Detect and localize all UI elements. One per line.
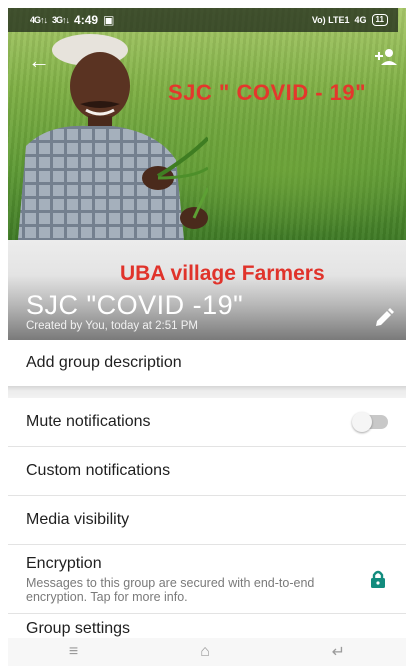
custom-notifications-row[interactable]: Custom notifications (8, 447, 406, 496)
back-icon[interactable]: ↵ (332, 642, 345, 662)
media-visibility-label: Media visibility (26, 511, 130, 528)
created-info: Created by You, today at 2:51 PM (26, 320, 198, 332)
photo-subtitle: UBA village Farmers (120, 262, 325, 285)
custom-notifications-label: Custom notifications (26, 462, 171, 479)
volte-indicator: Vo) LTE1 (311, 15, 350, 25)
encryption-description: Messages to this group are secured with … (26, 575, 315, 604)
mute-toggle[interactable] (352, 412, 388, 432)
media-visibility-row[interactable]: Media visibility (8, 496, 406, 545)
photo-caption: SJC " COVID - 19" (168, 80, 367, 105)
mute-notifications-label: Mute notifications (26, 413, 151, 430)
group-name: SJC "COVID -19" (26, 290, 244, 320)
clock: 4:49 (74, 13, 99, 27)
network-indicator: 4G (354, 15, 367, 25)
edit-pencil-icon[interactable] (374, 308, 394, 333)
lock-icon (371, 570, 385, 588)
status-bar: 4G↑↓ 3G↑↓ 4:49 ▣ Vo) LTE1 4G 11 (8, 8, 398, 32)
menu-icon[interactable]: ≡ (69, 643, 78, 661)
image-notification-icon: ▣ (103, 13, 115, 27)
add-description-row[interactable]: Add group description (8, 340, 406, 386)
group-header: 4G↑↓ 3G↑↓ 4:49 ▣ Vo) LTE1 4G 11 ← SJC " … (8, 8, 406, 340)
encryption-title: Encryption (26, 554, 102, 572)
system-navigation-bar: ≡ ⌂ ↵ (8, 638, 406, 666)
signal-indicator-1: 4G↑↓ (30, 15, 48, 25)
group-settings-list: Add group description Mute notifications… (8, 340, 406, 638)
mute-notifications-row[interactable]: Mute notifications (8, 398, 406, 447)
group-settings-row[interactable]: Group settings (8, 614, 406, 638)
home-icon[interactable]: ⌂ (200, 643, 210, 661)
group-settings-label: Group settings (26, 620, 131, 637)
section-divider (8, 386, 406, 398)
group-photo[interactable] (8, 8, 406, 240)
battery-icon: 11 (371, 14, 388, 26)
add-participant-icon[interactable] (374, 48, 398, 71)
back-arrow-icon[interactable]: ← (28, 48, 50, 74)
add-description-label: Add group description (26, 354, 182, 371)
encryption-row[interactable]: Encryption Messages to this group are se… (8, 545, 406, 614)
signal-indicator-2: 3G↑↓ (52, 15, 70, 25)
